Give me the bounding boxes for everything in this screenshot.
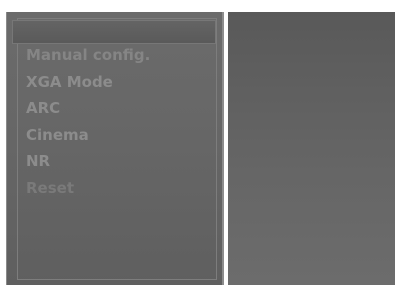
submenu-panel (228, 12, 395, 285)
menu-selection-highlight[interactable] (12, 20, 216, 44)
menu-item-reset: Reset (26, 178, 74, 197)
menu-item-manual-config[interactable]: Manual config. (26, 42, 150, 69)
menu-item-cinema[interactable]: Cinema (26, 122, 150, 149)
settings-menu-list: Manual config. XGA Mode ARC Cinema NR Re… (26, 42, 150, 201)
menu-item-xga-mode[interactable]: XGA Mode (26, 69, 150, 96)
menu-item-arc[interactable]: ARC (26, 95, 150, 122)
menu-item-nr[interactable]: NR (26, 148, 150, 175)
osd-screen: Manual config. XGA Mode ARC Cinema NR Re… (0, 0, 395, 285)
